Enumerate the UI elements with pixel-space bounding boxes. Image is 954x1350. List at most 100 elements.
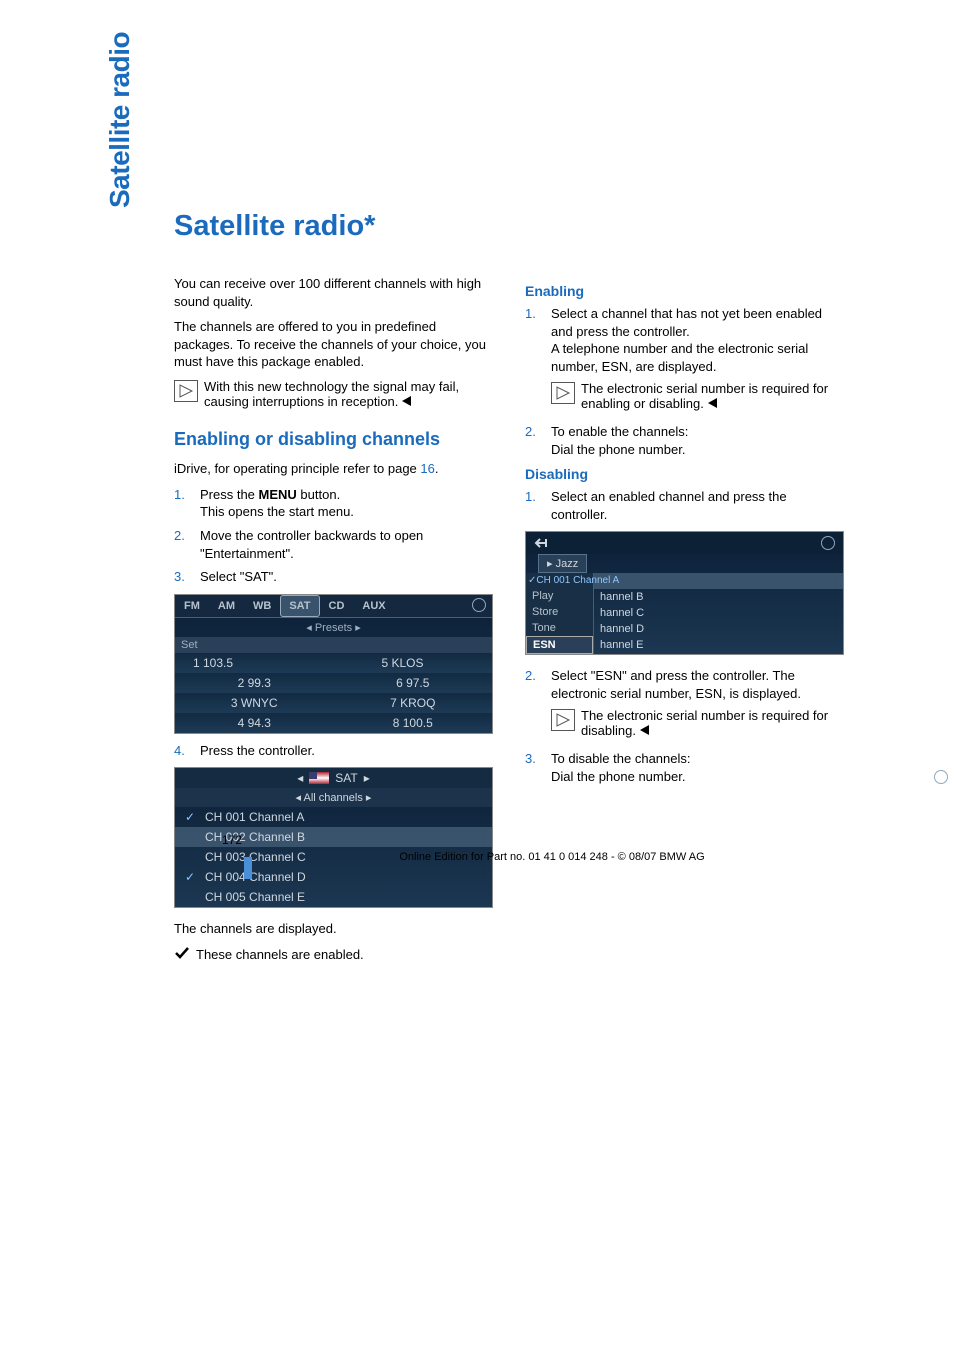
note-icon bbox=[174, 380, 198, 402]
idrive-ui-jazz: ▸ Jazz ✓ CH 001 Channel A Play Store Ton… bbox=[525, 531, 844, 655]
ui-tab-sat: SAT bbox=[280, 595, 319, 617]
ui-tab-wb: WB bbox=[244, 595, 280, 617]
end-mark-icon bbox=[402, 394, 412, 409]
ui3-row: hannel D bbox=[594, 621, 843, 637]
step-num: 3. bbox=[525, 750, 541, 785]
check-icon: ✓ bbox=[185, 810, 197, 824]
intro-2: The channels are offered to you in prede… bbox=[174, 318, 493, 371]
side-tab: Satellite radio bbox=[104, 32, 136, 208]
step-body: Move the controller backwards to open "E… bbox=[200, 527, 493, 562]
note-1-text: With this new technology the signal may … bbox=[204, 379, 459, 409]
dis-step-3: 3. To disable the channels: Dial the pho… bbox=[525, 750, 844, 785]
dis-step-2: 2. Select "ESN" and press the controller… bbox=[525, 667, 844, 702]
end-mark-icon bbox=[640, 723, 650, 738]
step-3: 3. Select "SAT". bbox=[174, 568, 493, 586]
ui3-row: hannel B bbox=[594, 589, 843, 605]
ui3-left-store: Store bbox=[526, 604, 593, 620]
heading-disabling: Disabling bbox=[525, 466, 844, 482]
ui-tab-am: AM bbox=[209, 595, 244, 617]
preset-cell: 3 WNYC bbox=[175, 693, 334, 713]
heading-enabling-disabling: Enabling or disabling channels bbox=[174, 429, 493, 451]
step-body: Select a channel that has not yet been e… bbox=[551, 305, 844, 375]
step-num: 1. bbox=[525, 305, 541, 375]
preset-cell: 7 KROQ bbox=[334, 693, 493, 713]
brand-icon bbox=[821, 536, 835, 550]
dis-step-1: 1. Select an enabled channel and press t… bbox=[525, 488, 844, 523]
ui3-left-tone: Tone bbox=[526, 620, 593, 636]
channel-row: CH 005 Channel E bbox=[175, 887, 492, 907]
ui3-row bbox=[594, 573, 843, 589]
step-body: Press the controller. bbox=[200, 742, 315, 760]
preset-cell: 8 100.5 bbox=[334, 713, 493, 733]
step-num: 3. bbox=[174, 568, 190, 586]
asterisk: * bbox=[364, 210, 375, 242]
back-icon bbox=[534, 536, 552, 550]
step-num: 2. bbox=[525, 667, 541, 702]
check-icon: ✓ bbox=[185, 870, 197, 884]
ui-tab-fm: FM bbox=[175, 595, 209, 617]
en-step-1: 1. Select a channel that has not yet bee… bbox=[525, 305, 844, 375]
intro-1: You can receive over 100 different chann… bbox=[174, 275, 493, 310]
footer-copy: Online Edition for Part no. 01 41 0 014 … bbox=[0, 851, 954, 863]
step-1-a: Press the bbox=[200, 487, 259, 502]
step-body: Press the MENU button. This opens the st… bbox=[200, 486, 354, 521]
preset-cell: 4 94.3 bbox=[175, 713, 334, 733]
channel-row: ✓ CH 004 Channel D bbox=[175, 867, 492, 887]
channels-enabled-line: These channels are enabled. bbox=[174, 946, 493, 965]
page-ref-link[interactable]: 16 bbox=[420, 461, 434, 476]
all-channels-text: All channels bbox=[304, 792, 363, 804]
chevron-left-icon: ◂ bbox=[297, 771, 303, 785]
ui-tab-cd: CD bbox=[320, 595, 354, 617]
step-body: Select an enabled channel and press the … bbox=[551, 488, 844, 523]
chevron-right-icon: ▸ bbox=[364, 771, 370, 785]
en-note-text: The electronic serial number is required… bbox=[581, 381, 828, 411]
step-body: To disable the channels: Dial the phone … bbox=[551, 750, 690, 785]
ui3-left-esn: ESN bbox=[526, 636, 593, 654]
ui-presets-label: ◂ Presets ▸ bbox=[175, 618, 492, 637]
preset-cell: 5 KLOS bbox=[334, 653, 493, 673]
step-1: 1. Press the MENU button. This opens the… bbox=[174, 486, 493, 521]
idrive-ui-presets: FM AM WB SAT CD AUX ◂ Presets ▸ Set 1 10… bbox=[174, 594, 493, 734]
step-body: To enable the channels: Dial the phone n… bbox=[551, 423, 688, 458]
channel-row: ✓ CH 001 Channel A bbox=[175, 807, 492, 827]
ui3-row: hannel C bbox=[594, 605, 843, 621]
channels-displayed: The channels are displayed. bbox=[174, 920, 493, 938]
tab-text: Jazz bbox=[556, 558, 579, 570]
step-num: 1. bbox=[174, 486, 190, 521]
brand-icon bbox=[472, 598, 486, 612]
step-num: 4. bbox=[174, 742, 190, 760]
note-icon bbox=[551, 709, 575, 731]
channel-label: CH 001 Channel A bbox=[205, 810, 304, 824]
page-marker bbox=[244, 857, 252, 879]
ui-set-label: Set bbox=[175, 637, 492, 653]
flag-icon bbox=[309, 772, 329, 784]
step-num: 2. bbox=[525, 423, 541, 458]
ui2-sat-label: SAT bbox=[335, 771, 357, 785]
step-body: Select "ESN" and press the controller. T… bbox=[551, 667, 844, 702]
ui-tab-aux: AUX bbox=[353, 595, 394, 617]
dis-note-text: The electronic serial number is required… bbox=[581, 708, 828, 738]
presets-text: Presets bbox=[315, 622, 352, 634]
check-icon bbox=[174, 946, 190, 965]
step-2: 2. Move the controller backwards to open… bbox=[174, 527, 493, 562]
ui3-jazz-tab: ▸ Jazz bbox=[538, 554, 587, 573]
ui3-right-top: ✓ CH 001 Channel A bbox=[526, 573, 593, 588]
heading-enabling: Enabling bbox=[525, 283, 844, 299]
channel-label: CH 004 Channel D bbox=[205, 870, 306, 884]
menu-button-label: MENU bbox=[259, 487, 297, 502]
idrive-ref: iDrive, for operating principle refer to… bbox=[174, 460, 493, 478]
step-4: 4. Press the controller. bbox=[174, 742, 493, 760]
ui3-row: hannel E bbox=[594, 637, 843, 653]
preset-cell: 6 97.5 bbox=[334, 673, 493, 693]
step-num: 1. bbox=[525, 488, 541, 523]
idrive-ref-b: . bbox=[435, 461, 439, 476]
note-icon bbox=[551, 382, 575, 404]
ui3-left-play: Play bbox=[526, 588, 593, 604]
brand-icon bbox=[934, 770, 948, 784]
title-text: Satellite radio bbox=[174, 210, 364, 242]
en-step-2: 2. To enable the channels: Dial the phon… bbox=[525, 423, 844, 458]
enabled-text: These channels are enabled. bbox=[196, 947, 364, 962]
end-mark-icon bbox=[708, 396, 718, 411]
step-body: Select "SAT". bbox=[200, 568, 277, 586]
ch-a: CH 001 Channel A bbox=[536, 575, 619, 586]
